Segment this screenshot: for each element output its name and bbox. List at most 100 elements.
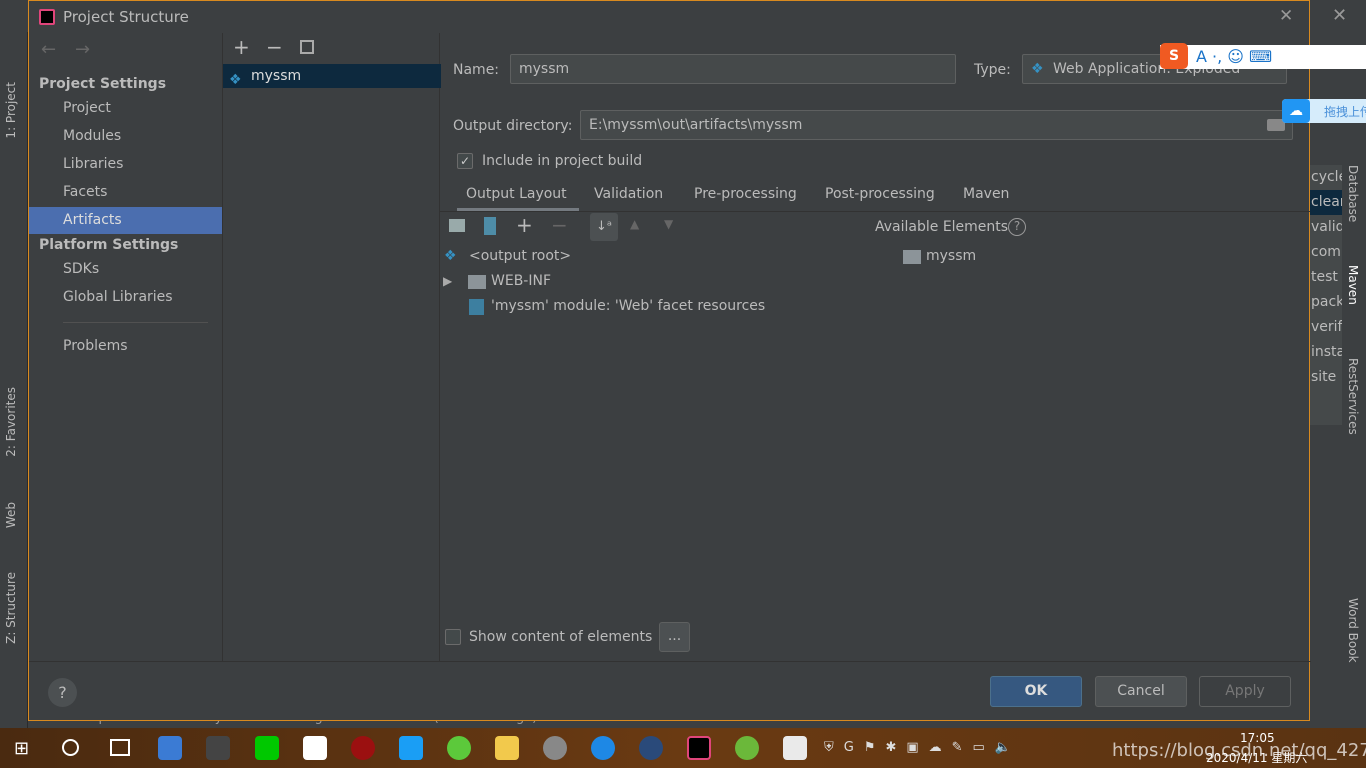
folder-icon [468,275,486,289]
intellij-icon[interactable] [687,736,711,760]
available-item-myssm[interactable]: myssm [926,248,976,264]
task-view-icon[interactable] [110,739,130,756]
tool-tab-restservices[interactable]: RestServices [1346,358,1360,435]
copy-icon[interactable] [300,40,314,54]
archive-icon[interactable] [484,217,496,235]
tree-item-output-root[interactable]: <output root> [469,248,571,264]
name-label: Name: [453,62,500,78]
ime-mode-icon[interactable]: A ·, ☺ ⌨ [1196,47,1272,66]
video-player-icon[interactable] [399,736,423,760]
search-icon[interactable] [62,739,79,756]
nav-item-libraries[interactable]: Libraries [29,151,222,178]
dialog-title: Project Structure [63,8,189,26]
tab-pre-processing[interactable]: Pre-processing [694,186,797,202]
system-tray-icons[interactable]: ⛨G⚑✱▣☁✎▭🔈 [824,740,1021,755]
tab-post-processing[interactable]: Post-processing [825,186,935,202]
maven-item[interactable]: test [1310,265,1342,290]
artifact-list: + − ❖ myssm [222,33,441,661]
sogou-logo-icon: S [1160,43,1188,69]
app-icon[interactable] [158,736,182,760]
tab-maven[interactable]: Maven [963,186,1009,202]
artifact-icon: ❖ [229,72,242,88]
add-copy-icon[interactable]: + [516,213,533,237]
maven-item[interactable]: pack [1310,290,1342,315]
maven-item[interactable]: com [1310,240,1342,265]
section-platform-settings: Platform Settings [39,237,179,253]
section-project-settings: Project Settings [39,76,167,92]
tool-tab-maven[interactable]: Maven [1346,265,1360,305]
notepad-icon[interactable] [783,736,807,760]
artifact-icon: ❖ [1031,61,1044,77]
maven-item[interactable]: clean [1310,190,1342,215]
move-down-icon[interactable]: ▼ [664,217,673,231]
browser-icon[interactable] [447,736,471,760]
maven-item[interactable]: site [1310,365,1342,390]
move-up-icon[interactable]: ▲ [630,217,639,231]
tool-tab-database[interactable]: Database [1346,165,1360,222]
maven-item[interactable]: insta [1310,340,1342,365]
ok-button[interactable]: OK [990,676,1082,707]
app-icon[interactable] [735,736,759,760]
windows-start-icon[interactable]: ⊞ [14,738,29,759]
help-button[interactable]: ? [48,678,77,707]
close-icon[interactable]: ✕ [1279,6,1293,26]
cancel-button[interactable]: Cancel [1095,676,1187,707]
apply-button[interactable]: Apply [1199,676,1291,707]
forward-arrow-icon[interactable]: → [75,39,90,60]
tool-tab-wordbook[interactable]: Word Book [1346,598,1360,663]
iqiyi-icon[interactable] [255,736,279,760]
expand-arrow-icon[interactable]: ▶ [443,274,452,288]
flash-icon[interactable] [351,736,375,760]
nav-item-sdks[interactable]: SDKs [29,256,222,283]
file-explorer-icon[interactable] [495,736,519,760]
nav-item-artifacts[interactable]: Artifacts [29,207,222,234]
output-directory-label: Output directory: [453,118,573,134]
module-folder-icon [903,250,921,264]
output-directory-input[interactable]: E:\myssm\out\artifacts\myssm [580,110,1293,140]
tool-tab-favorites[interactable]: 2: Favorites [4,387,18,457]
maven-item[interactable]: valid [1310,215,1342,240]
baidu-upload-popup[interactable]: ☁ 拖拽上传 [1282,99,1366,123]
include-in-build-checkbox[interactable]: ✓ [457,153,473,169]
nav-item-project[interactable]: Project [29,95,222,122]
title-bar: Project Structure ✕ [29,1,1309,33]
left-tool-strip: 1: Project 2: Favorites Web Z: Structure [0,32,28,728]
nav-item-global-libraries[interactable]: Global Libraries [29,284,222,311]
ide-close-icon[interactable]: ✕ [1332,5,1347,26]
remove-icon[interactable]: − [266,35,283,59]
available-elements-title: Available Elements [875,219,1009,235]
show-content-label: Show content of elements [469,629,653,645]
tool-tab-project[interactable]: 1: Project [4,82,18,139]
clock-time[interactable]: 17:05 [1240,731,1275,745]
nav-item-modules[interactable]: Modules [29,123,222,150]
app-icon[interactable] [639,736,663,760]
tree-item-web-facet[interactable]: 'myssm' module: 'Web' facet resources [491,298,765,314]
web-facet-icon [469,299,484,315]
app-icon[interactable] [543,736,567,760]
sort-icon[interactable]: ↓ᵃ [590,213,618,241]
artifact-item-myssm[interactable]: ❖ myssm [223,64,441,88]
maven-item[interactable]: verif [1310,315,1342,340]
back-arrow-icon[interactable]: ← [41,39,56,60]
tool-tab-web[interactable]: Web [4,502,18,528]
app-icon[interactable] [591,736,615,760]
more-button[interactable]: ... [659,622,690,652]
pdf-icon[interactable] [303,736,327,760]
tab-output-layout[interactable]: Output Layout [466,186,567,202]
maven-item[interactable]: cycle [1310,165,1342,190]
sublime-icon[interactable] [206,736,230,760]
help-icon[interactable]: ? [1008,218,1026,236]
output-root-icon: ❖ [444,248,457,264]
name-input[interactable]: myssm [510,54,956,84]
remove-icon[interactable]: − [551,213,568,237]
add-icon[interactable]: + [233,35,250,59]
tool-tab-structure[interactable]: Z: Structure [4,572,18,644]
new-directory-icon[interactable] [449,219,465,232]
nav-item-problems[interactable]: Problems [29,333,222,360]
intellij-logo-icon [39,9,55,25]
clock-date[interactable]: 2020/4/11 星期六 [1206,749,1307,766]
tab-validation[interactable]: Validation [594,186,663,202]
nav-item-facets[interactable]: Facets [29,179,222,206]
tree-item-web-inf[interactable]: WEB-INF [491,273,551,289]
show-content-checkbox[interactable] [445,629,461,645]
